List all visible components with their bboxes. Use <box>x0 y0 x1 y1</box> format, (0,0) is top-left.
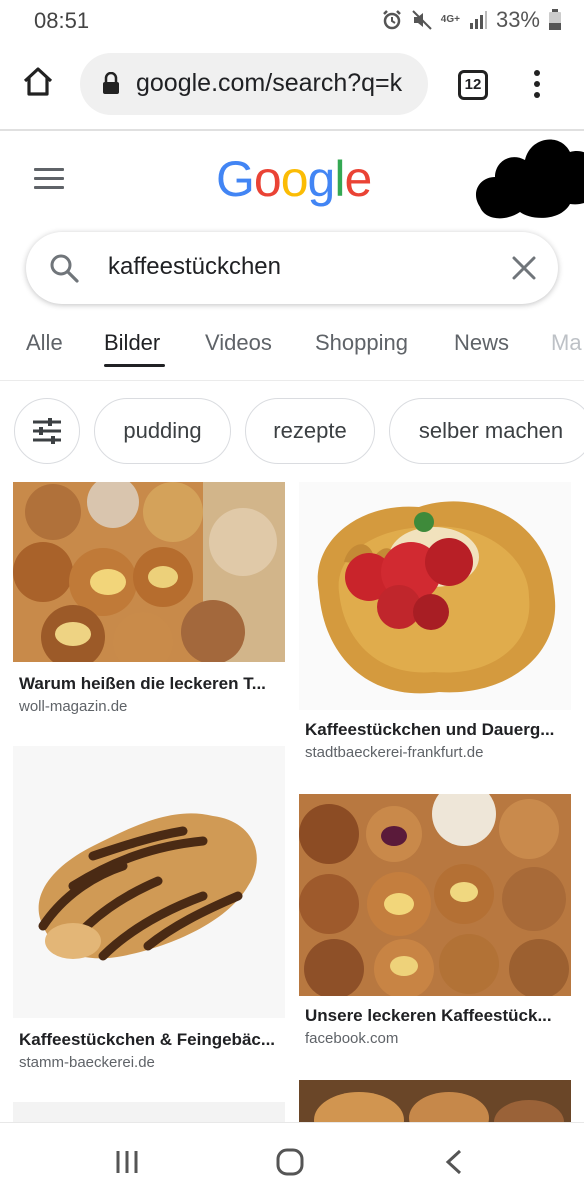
url-text: google.com/search?q=k <box>136 69 403 97</box>
avatar[interactable] <box>470 122 584 222</box>
alarm-icon <box>382 10 401 30</box>
battery-percent: 33% <box>495 7 540 32</box>
tab-alle[interactable]: Alle <box>26 330 63 356</box>
google-logo[interactable]: Google <box>216 150 372 208</box>
search-box[interactable]: kaffeestückchen <box>26 232 558 304</box>
result-title[interactable]: Warum heißen die leckeren T... <box>19 674 285 694</box>
status-time: 08:51 <box>34 8 90 33</box>
search-tabs: Alle Bilder Videos Shopping News Ma <box>0 318 584 380</box>
result-image[interactable] <box>299 482 571 710</box>
image-result[interactable]: Unsere leckeren Kaffeestück... facebook.… <box>299 794 571 1054</box>
tab-videos[interactable]: Videos <box>205 330 272 356</box>
status-bar: 08:51 4G+ 33% <box>0 0 584 40</box>
mute-icon <box>412 10 432 30</box>
active-tab-indicator <box>104 364 165 367</box>
lock-icon <box>103 72 119 94</box>
recent-apps-button[interactable] <box>114 1149 140 1175</box>
image-result-partial[interactable] <box>13 1102 285 1122</box>
signal-icon <box>469 11 487 29</box>
chip-pudding[interactable]: pudding <box>94 398 231 464</box>
chip-rezepte[interactable]: rezepte <box>245 398 375 464</box>
tabs-divider <box>0 380 584 381</box>
search-input[interactable]: kaffeestückchen <box>108 253 281 281</box>
image-result-partial[interactable] <box>299 1080 571 1122</box>
tab-shopping[interactable]: Shopping <box>315 330 408 356</box>
result-image[interactable] <box>13 482 285 662</box>
image-result[interactable]: Warum heißen die leckeren T... woll-maga… <box>13 482 285 722</box>
battery-icon <box>549 9 561 30</box>
tab-news[interactable]: News <box>454 330 509 356</box>
result-title[interactable]: Kaffeestückchen und Dauerg... <box>305 720 571 740</box>
tab-more[interactable]: Ma <box>551 330 582 356</box>
address-bar[interactable]: google.com/search?q=k <box>80 53 428 115</box>
result-source: stamm-baeckerei.de <box>19 1054 155 1071</box>
home-icon <box>23 67 53 96</box>
status-icons: 4G+ 33% <box>381 7 562 33</box>
filter-tools-button[interactable] <box>14 398 80 464</box>
tab-switcher-button[interactable]: 12 <box>458 70 488 100</box>
tab-bilder[interactable]: Bilder <box>104 330 160 356</box>
network-type-label: 4G+ <box>440 14 460 25</box>
image-result[interactable]: Kaffeestückchen und Dauerg... stadtbaeck… <box>299 482 571 772</box>
result-image[interactable] <box>13 746 285 1018</box>
result-source: stadtbaeckerei-frankfurt.de <box>305 744 484 761</box>
sliders-icon <box>33 418 61 444</box>
image-result[interactable]: Kaffeestückchen & Feingebäc... stamm-bae… <box>13 746 285 1076</box>
clear-search-icon[interactable] <box>510 254 538 282</box>
browser-toolbar: google.com/search?q=k 12 <box>0 40 584 130</box>
chip-selber-machen[interactable]: selber machen <box>389 398 584 464</box>
home-button[interactable] <box>20 64 60 104</box>
result-title[interactable]: Kaffeestückchen & Feingebäc... <box>19 1030 285 1050</box>
overflow-menu-button[interactable] <box>528 67 546 103</box>
back-button[interactable] <box>444 1149 464 1175</box>
home-nav-button[interactable] <box>276 1148 304 1176</box>
android-navigation-bar <box>0 1122 584 1200</box>
hamburger-menu-icon[interactable] <box>34 168 64 190</box>
search-icon[interactable] <box>48 252 80 284</box>
result-image[interactable] <box>299 794 571 996</box>
result-source: woll-magazin.de <box>19 698 128 715</box>
result-source: facebook.com <box>305 1030 399 1047</box>
result-title[interactable]: Unsere leckeren Kaffeestück... <box>305 1006 571 1026</box>
